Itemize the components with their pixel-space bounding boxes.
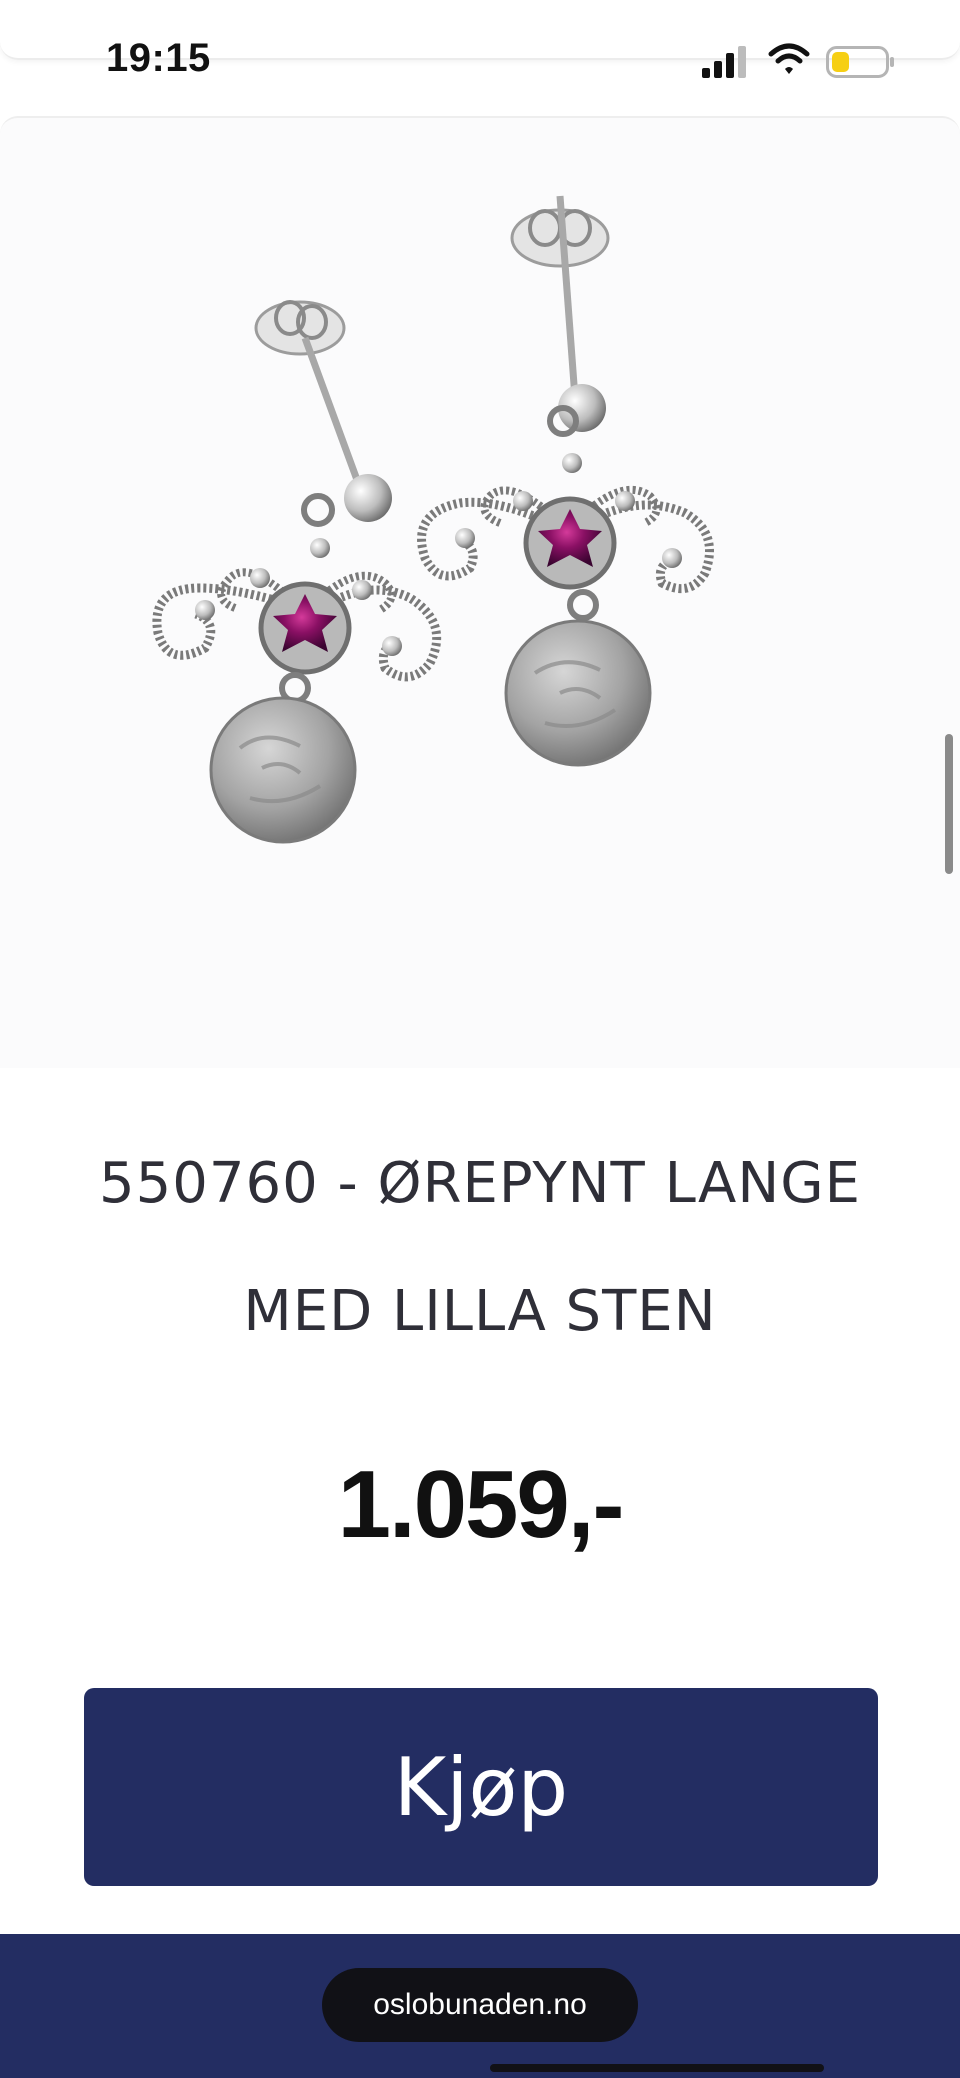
right-earring [417, 195, 714, 767]
left-earring [152, 300, 442, 844]
home-indicator[interactable] [490, 2064, 824, 2072]
battery-icon [826, 46, 894, 78]
signal-icon [702, 46, 746, 78]
product-title: 550760 - ØREPYNT LANGE MED LILLA STEN [40, 1120, 920, 1376]
browser-bottom-bar: oslobunaden.no [0, 1934, 960, 2078]
status-time: 19:15 [106, 36, 211, 80]
product-image[interactable] [0, 118, 960, 1068]
status-bar: 19:15 [0, 0, 960, 118]
buy-button[interactable]: Kjøp [84, 1688, 878, 1886]
product-price: 1.059,- [337, 1451, 625, 1558]
product-image-card [0, 116, 960, 1068]
product-title-line1: 550760 - ØREPYNT LANGE [98, 1151, 862, 1216]
product-title-line2: MED LILLA STEN [243, 1279, 717, 1344]
wifi-icon [768, 43, 810, 74]
address-bar[interactable]: oslobunaden.no [322, 1968, 638, 2042]
scroll-indicator[interactable] [945, 734, 953, 874]
